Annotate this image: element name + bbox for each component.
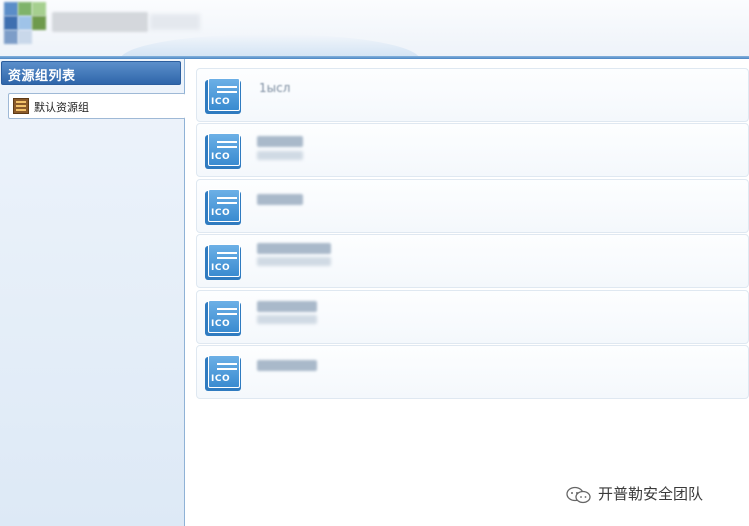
app-title-redacted-tail (150, 14, 200, 30)
ico-icon: ICO (205, 189, 243, 225)
list-item[interactable]: ICO (196, 123, 749, 177)
sidebar-header: 资源组列表 (1, 61, 181, 85)
ico-icon-label: ICO (211, 97, 231, 107)
list-item-name-redacted (257, 243, 331, 254)
list-item[interactable]: ICO (196, 345, 749, 399)
app-window: 资源组列表 默认资源组 ICO 1ысл ICO ICO ICO ICO ICO… (0, 0, 749, 526)
list-item[interactable]: ICO (196, 234, 749, 288)
list-item-name-redacted (257, 136, 303, 147)
sidebar-item-label: 默认资源组 (34, 101, 89, 114)
ico-icon: ICO (205, 244, 243, 280)
list-item[interactable]: ICO 1ысл (196, 68, 749, 122)
watermark-text: 开普勒安全团队 (598, 485, 704, 503)
resource-list: ICO 1ысл ICO ICO ICO ICO ICO (185, 59, 749, 526)
app-title-redacted (52, 12, 148, 32)
ico-icon-label: ICO (211, 263, 231, 273)
list-item-name: 1ысл (259, 81, 291, 95)
ico-icon-label: ICO (211, 208, 231, 218)
list-item-name-redacted (257, 194, 303, 205)
ico-icon: ICO (205, 133, 243, 169)
top-header (0, 0, 749, 60)
ico-icon: ICO (205, 300, 243, 336)
list-item-detail-redacted (257, 315, 317, 324)
wechat-icon (566, 486, 591, 504)
list-item-name-redacted (257, 360, 317, 371)
list-item-name-redacted (257, 301, 317, 312)
ico-icon: ICO (205, 355, 243, 391)
sidebar-item-default-resource-group[interactable]: 默认资源组 (8, 93, 186, 119)
ico-icon-label: ICO (211, 152, 231, 162)
list-item-detail-redacted (257, 151, 303, 160)
app-logo (4, 2, 48, 46)
sidebar-title: 资源组列表 (8, 69, 76, 84)
list-item[interactable]: ICO (196, 179, 749, 233)
resource-group-icon (13, 98, 29, 114)
list-item[interactable]: ICO (196, 290, 749, 344)
sidebar: 资源组列表 默认资源组 (0, 59, 186, 526)
ico-icon-label: ICO (211, 319, 231, 329)
ico-icon: ICO (205, 78, 243, 114)
list-item-detail-redacted (257, 257, 331, 266)
ico-icon-label: ICO (211, 374, 231, 384)
